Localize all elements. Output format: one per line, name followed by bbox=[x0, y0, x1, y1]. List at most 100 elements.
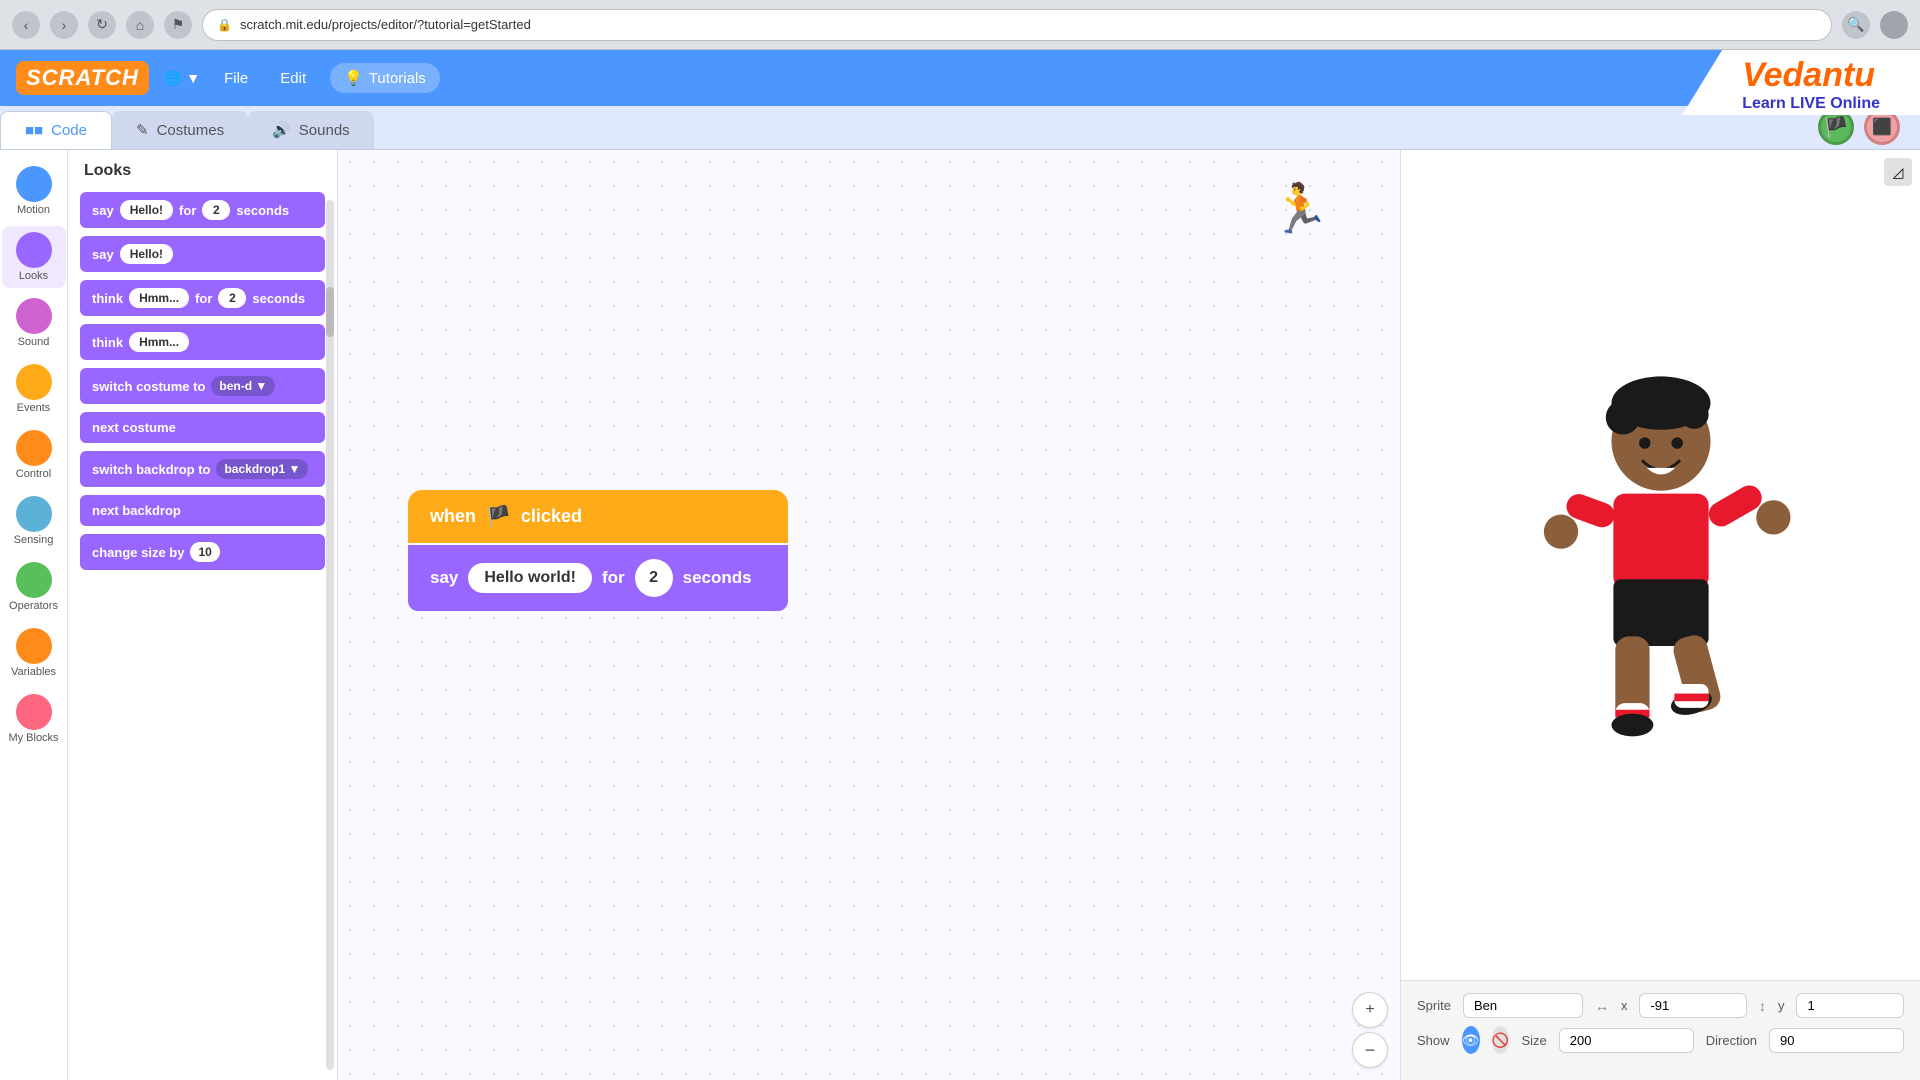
sprite-label: Sprite bbox=[1417, 998, 1451, 1013]
code-icon: ■■ bbox=[25, 122, 43, 139]
category-events[interactable]: Events bbox=[2, 358, 66, 420]
think-hmm: Hmm... bbox=[129, 332, 189, 352]
think-label: think bbox=[92, 335, 123, 350]
url-bar[interactable]: 🔒 scratch.mit.edu/projects/editor/?tutor… bbox=[202, 9, 1832, 41]
think-for-num[interactable]: 2 bbox=[218, 288, 246, 308]
back-button[interactable]: ‹ bbox=[12, 11, 40, 39]
variables-circle bbox=[16, 628, 52, 664]
category-control[interactable]: Control bbox=[2, 424, 66, 486]
operators-label: Operators bbox=[9, 600, 58, 612]
lightbulb-icon: 💡 bbox=[344, 69, 363, 87]
zoom-out-button[interactable]: − bbox=[1352, 1032, 1388, 1068]
say-for-seconds: seconds bbox=[236, 203, 289, 218]
block-next-backdrop[interactable]: next backdrop bbox=[80, 495, 325, 526]
language-selector[interactable]: 🌐 ▼ bbox=[165, 70, 200, 87]
size-label: Size bbox=[1521, 1033, 1546, 1048]
sensing-label: Sensing bbox=[14, 534, 54, 546]
block-next-costume[interactable]: next costume bbox=[80, 412, 325, 443]
blocks-palette: Looks say Hello! for 2 seconds say Hello… bbox=[68, 150, 338, 1080]
sound-circle bbox=[16, 298, 52, 334]
green-flag-icon: 🏴 bbox=[1824, 115, 1849, 140]
vedantu-overlay: Vedantu Learn LIVE Online bbox=[1682, 50, 1920, 115]
category-myblocks[interactable]: My Blocks bbox=[2, 688, 66, 750]
block-say-for[interactable]: say Hello! for 2 seconds bbox=[80, 192, 325, 228]
show-label: Show bbox=[1417, 1033, 1450, 1048]
category-sensing[interactable]: Sensing bbox=[2, 490, 66, 552]
zoom-controls: + − bbox=[1352, 992, 1388, 1068]
direction-value-input[interactable] bbox=[1769, 1028, 1904, 1053]
say-block-script[interactable]: say Hello world! for 2 seconds bbox=[408, 545, 788, 611]
show-hidden-button[interactable]: 🚫 bbox=[1492, 1026, 1510, 1054]
flag-emoji: 🏴 bbox=[486, 504, 511, 529]
switch-backdrop-label: switch backdrop to bbox=[92, 462, 210, 477]
zoom-out-icon: − bbox=[1365, 1040, 1376, 1061]
y-arrow-icon: ↕ bbox=[1759, 998, 1766, 1014]
browser-bar: ‹ › ↻ ⌂ ⚑ 🔒 scratch.mit.edu/projects/edi… bbox=[0, 0, 1920, 50]
block-think-for[interactable]: think Hmm... for 2 seconds bbox=[80, 280, 325, 316]
category-looks[interactable]: Looks bbox=[2, 226, 66, 288]
palette-title: Looks bbox=[80, 162, 325, 180]
block-think[interactable]: think Hmm... bbox=[80, 324, 325, 360]
tab-costumes[interactable]: ✎ Costumes bbox=[112, 111, 248, 149]
switch-backdrop-dropdown[interactable]: backdrop1 ▼ bbox=[216, 459, 308, 479]
category-operators[interactable]: Operators bbox=[2, 556, 66, 618]
seconds-num-input[interactable]: 2 bbox=[635, 559, 673, 597]
category-motion[interactable]: Motion bbox=[2, 160, 66, 222]
say-for-num[interactable]: 2 bbox=[202, 200, 230, 220]
edit-menu[interactable]: Edit bbox=[272, 66, 314, 91]
say-value-input[interactable]: Hello world! bbox=[468, 563, 592, 593]
switch-costume-label: switch costume to bbox=[92, 379, 205, 394]
stage-area: ◿ bbox=[1400, 150, 1920, 1080]
scratch-app: SCRATCH 🌐 ▼ File Edit 💡 Tutorials Vedant… bbox=[0, 50, 1920, 1080]
category-variables[interactable]: Variables bbox=[2, 622, 66, 684]
event-block[interactable]: when 🏴 clicked bbox=[408, 490, 788, 543]
forward-button[interactable]: › bbox=[50, 11, 78, 39]
vedantu-tagline: Learn LIVE Online bbox=[1742, 95, 1880, 113]
block-say[interactable]: say Hello! bbox=[80, 236, 325, 272]
when-label: when bbox=[430, 506, 476, 527]
tab-code-label: Code bbox=[51, 122, 87, 139]
next-costume-label: next costume bbox=[92, 420, 176, 435]
change-size-num[interactable]: 10 bbox=[190, 542, 219, 562]
tab-sounds[interactable]: 🔊 Sounds bbox=[248, 111, 374, 149]
say-for-hello: Hello! bbox=[120, 200, 173, 220]
props-row-2: Show 👁 🚫 Size Direction bbox=[1417, 1026, 1904, 1054]
search-button[interactable]: 🔍 bbox=[1842, 11, 1870, 39]
switch-costume-dropdown[interactable]: ben-d ▼ bbox=[211, 376, 275, 396]
y-value-input[interactable] bbox=[1796, 993, 1904, 1018]
control-circle bbox=[16, 430, 52, 466]
myblocks-circle bbox=[16, 694, 52, 730]
home-button[interactable]: ⌂ bbox=[126, 11, 154, 39]
say-script-label: say bbox=[430, 568, 458, 588]
say-label: say bbox=[92, 247, 114, 262]
script-area[interactable]: 🏃 when 🏴 clicked say Hello world! for 2 … bbox=[338, 150, 1400, 1080]
lock-icon: 🔒 bbox=[217, 18, 232, 32]
scratch-logo[interactable]: SCRATCH bbox=[16, 61, 149, 95]
tutorials-button[interactable]: 💡 Tutorials bbox=[330, 63, 440, 93]
sprite-name-input[interactable] bbox=[1463, 993, 1583, 1018]
zoom-in-button[interactable]: + bbox=[1352, 992, 1388, 1028]
bookmark-button[interactable]: ⚑ bbox=[164, 11, 192, 39]
show-visible-button[interactable]: 👁 bbox=[1462, 1026, 1480, 1054]
top-nav: SCRATCH 🌐 ▼ File Edit 💡 Tutorials Vedant… bbox=[0, 50, 1920, 106]
category-sidebar: Motion Looks Sound Events Control Sensin… bbox=[0, 150, 68, 1080]
tab-code[interactable]: ■■ Code bbox=[0, 111, 112, 149]
speaker-icon: 🔊 bbox=[272, 121, 291, 139]
motion-label: Motion bbox=[17, 204, 50, 216]
profile-avatar[interactable] bbox=[1880, 11, 1908, 39]
block-change-size[interactable]: change size by 10 bbox=[80, 534, 325, 570]
category-sound[interactable]: Sound bbox=[2, 292, 66, 354]
block-switch-backdrop[interactable]: switch backdrop to backdrop1 ▼ bbox=[80, 451, 325, 487]
file-menu[interactable]: File bbox=[216, 66, 256, 91]
sound-label: Sound bbox=[18, 336, 50, 348]
x-value-input[interactable] bbox=[1639, 993, 1747, 1018]
block-switch-costume[interactable]: switch costume to ben-d ▼ bbox=[80, 368, 325, 404]
direction-label: Direction bbox=[1706, 1033, 1757, 1048]
myblocks-label: My Blocks bbox=[8, 732, 58, 744]
fullscreen-button[interactable]: ◿ bbox=[1884, 158, 1912, 186]
looks-label: Looks bbox=[19, 270, 48, 282]
size-value-input[interactable] bbox=[1559, 1028, 1694, 1053]
scrollbar-thumb[interactable] bbox=[326, 287, 334, 337]
main-area: Motion Looks Sound Events Control Sensin… bbox=[0, 150, 1920, 1080]
reload-button[interactable]: ↻ bbox=[88, 11, 116, 39]
